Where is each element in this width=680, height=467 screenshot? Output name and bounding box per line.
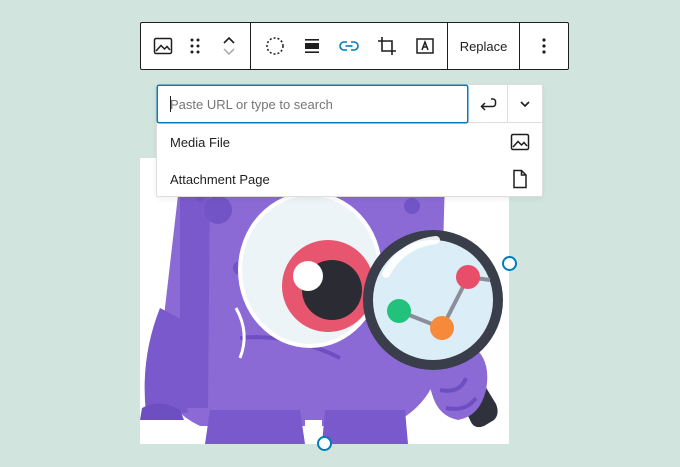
url-search-input[interactable] xyxy=(157,85,468,123)
resize-handle-right[interactable] xyxy=(502,256,517,271)
expand-settings-button[interactable] xyxy=(508,85,542,122)
image-icon[interactable] xyxy=(153,23,173,69)
link-icon[interactable] xyxy=(339,23,359,69)
duotone-icon[interactable] xyxy=(265,23,285,69)
toolbar-group-more xyxy=(520,23,568,69)
image-icon xyxy=(510,133,530,151)
text-caret xyxy=(170,96,171,112)
page-icon xyxy=(513,169,527,189)
return-arrow-icon xyxy=(479,97,496,111)
toolbar-group-replace: Replace xyxy=(448,23,521,69)
option-label: Attachment Page xyxy=(170,172,270,187)
text-overlay-icon[interactable] xyxy=(415,23,435,69)
move-up-icon[interactable] xyxy=(222,36,236,45)
resize-handle-bottom[interactable] xyxy=(317,436,332,451)
link-option-media-file[interactable]: Media File xyxy=(157,124,542,161)
crop-icon[interactable] xyxy=(377,23,397,69)
monster-mascot-image xyxy=(140,178,503,444)
align-icon[interactable] xyxy=(303,23,321,69)
drag-handle-icon[interactable] xyxy=(189,23,201,69)
submit-link-button[interactable] xyxy=(468,85,508,122)
replace-button[interactable]: Replace xyxy=(448,23,520,69)
toolbar-group-block xyxy=(141,23,252,69)
link-search-row xyxy=(157,85,542,123)
more-options-icon[interactable] xyxy=(541,23,547,69)
move-up-down-icon xyxy=(217,23,241,69)
chevron-down-icon xyxy=(520,100,530,107)
image-block[interactable] xyxy=(140,158,509,444)
move-down-icon[interactable] xyxy=(222,47,236,56)
link-option-attachment-page[interactable]: Attachment Page xyxy=(157,161,542,198)
toolbar-group-tools xyxy=(251,23,448,69)
editor-canvas: Replace Paste URL or type to search Medi… xyxy=(0,0,680,467)
block-toolbar: Replace xyxy=(140,22,569,70)
option-label: Media File xyxy=(170,135,230,150)
link-popover: Media File Attachment Page xyxy=(156,84,543,197)
